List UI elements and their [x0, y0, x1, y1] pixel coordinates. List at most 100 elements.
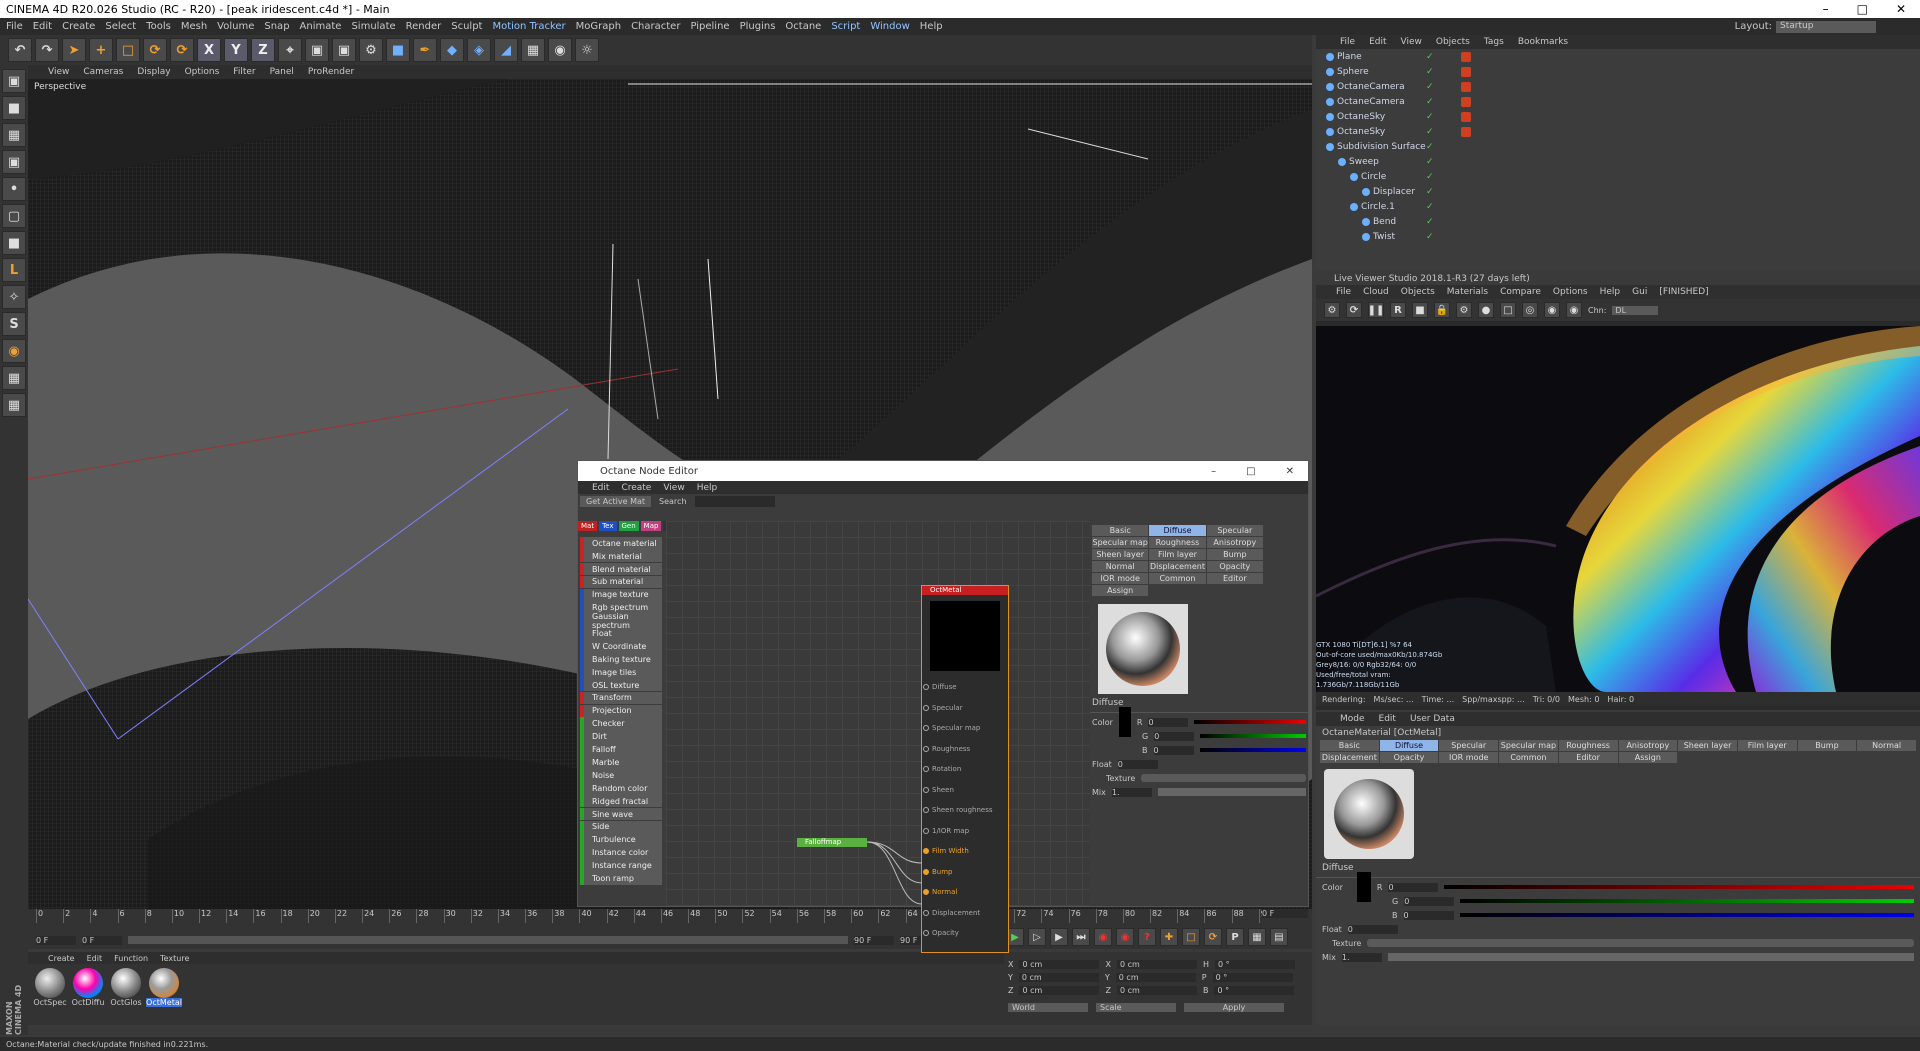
- node-mix-value[interactable]: 1.: [1111, 787, 1152, 797]
- pen-spline-icon[interactable]: ✒: [413, 38, 437, 62]
- coordinate-value[interactable]: 0 cm: [1019, 986, 1100, 995]
- material-menu-texture[interactable]: Texture: [160, 954, 189, 963]
- node-list-item[interactable]: Image texture: [580, 588, 662, 602]
- menu-octane[interactable]: Octane: [785, 21, 821, 32]
- node-list-item[interactable]: Transform: [580, 691, 662, 705]
- material-tag-icon[interactable]: [1461, 111, 1471, 122]
- world-select[interactable]: World: [1008, 1003, 1088, 1012]
- coordinate-value[interactable]: 0 cm: [1116, 986, 1197, 995]
- menu-help[interactable]: Help: [920, 21, 943, 32]
- material-tag-icon[interactable]: [1461, 96, 1471, 107]
- node-menu-help[interactable]: Help: [697, 483, 718, 493]
- node-tab-ior-mode[interactable]: IOR mode: [1092, 573, 1149, 584]
- visibility-check-icon[interactable]: ✓: [1426, 97, 1434, 107]
- timeline-icon[interactable]: ▤: [1270, 928, 1288, 946]
- category-map[interactable]: Map: [640, 521, 662, 531]
- live-viewer-menu-compare[interactable]: Compare: [1500, 287, 1541, 297]
- snap-icon[interactable]: S: [2, 312, 26, 336]
- planar-workplane-icon[interactable]: ▦: [2, 393, 26, 417]
- menu-simulate[interactable]: Simulate: [351, 21, 395, 32]
- attribute-menu-user-data[interactable]: User Data: [1410, 714, 1455, 724]
- menu-window[interactable]: Window: [870, 21, 909, 32]
- material-tag-icon[interactable]: [1461, 126, 1471, 137]
- current-frame[interactable]: 0 F: [82, 935, 122, 945]
- settings-icon[interactable]: ⚙: [1324, 302, 1340, 318]
- node-tab-diffuse[interactable]: Diffuse: [1149, 525, 1206, 536]
- y-axis-icon[interactable]: Y: [224, 38, 248, 62]
- search-input[interactable]: [694, 495, 775, 507]
- object-row[interactable]: Bend ✓: [1316, 214, 1920, 229]
- node-tab-displacement[interactable]: Displacement: [1149, 561, 1206, 572]
- menu-character[interactable]: Character: [631, 21, 680, 32]
- node-tab-anisotropy[interactable]: Anisotropy: [1206, 537, 1263, 548]
- material-tag-icon[interactable]: [1461, 66, 1471, 77]
- node-pin[interactable]: Opacity: [922, 923, 1008, 944]
- coordinate-system-icon[interactable]: ⌖: [278, 38, 302, 62]
- object-row[interactable]: Plane ✓: [1316, 49, 1920, 64]
- rotate-icon[interactable]: ⟳: [143, 38, 167, 62]
- end-frame[interactable]: 90 F: [854, 935, 894, 945]
- material-menu-function[interactable]: Function: [114, 954, 148, 963]
- light-icon[interactable]: ☼: [575, 38, 599, 62]
- live-viewer-menu-gui[interactable]: Gui: [1632, 287, 1647, 297]
- close-icon[interactable]: ✕: [1286, 466, 1294, 477]
- make-editable-icon[interactable]: ▣: [2, 69, 26, 93]
- position-key-icon[interactable]: ✚: [1160, 928, 1178, 946]
- object-row[interactable]: OctaneSky ✓: [1316, 124, 1920, 139]
- node-tab-editor[interactable]: Editor: [1206, 573, 1263, 584]
- visibility-check-icon[interactable]: ✓: [1426, 232, 1434, 242]
- material-swatch[interactable]: OctGlos: [108, 968, 144, 1016]
- coordinate-value[interactable]: 0 °: [1212, 973, 1293, 982]
- node-color-swatch[interactable]: [1118, 707, 1131, 737]
- menu-sculpt[interactable]: Sculpt: [451, 21, 482, 32]
- go-to-end-icon[interactable]: ⏭: [1072, 928, 1090, 946]
- menu-pipeline[interactable]: Pipeline: [690, 21, 729, 32]
- objects-menu-file[interactable]: File: [1340, 37, 1355, 47]
- keyframe-selection-icon[interactable]: ?: [1138, 928, 1156, 946]
- node-list-item[interactable]: Baking texture: [580, 653, 662, 666]
- node-menu-create[interactable]: Create: [621, 483, 651, 493]
- color-swatch[interactable]: [1356, 872, 1371, 902]
- maximize-icon[interactable]: □: [1857, 2, 1868, 16]
- coordinate-value[interactable]: 0 °: [1214, 960, 1295, 969]
- menu-plugins[interactable]: Plugins: [740, 21, 776, 32]
- gear-icon[interactable]: ⚙: [1456, 302, 1472, 318]
- minimize-icon[interactable]: –: [1211, 466, 1216, 477]
- edit-render-settings-icon[interactable]: ⚙: [359, 38, 383, 62]
- next-key-icon[interactable]: ▶: [1050, 928, 1068, 946]
- live-viewer-menu-objects[interactable]: Objects: [1401, 287, 1435, 297]
- node-float-value[interactable]: 0: [1117, 759, 1158, 769]
- node-list-item[interactable]: Instance range: [580, 859, 662, 872]
- node-tab-specular-map[interactable]: Specular map: [1092, 537, 1149, 548]
- locked-workplane-icon[interactable]: ▦: [2, 366, 26, 390]
- node-list-item[interactable]: Side: [580, 820, 662, 834]
- menu-tools[interactable]: Tools: [146, 21, 171, 32]
- material-tag-icon[interactable]: [1461, 81, 1471, 92]
- sphere-icon[interactable]: ●: [1478, 302, 1494, 318]
- scale-icon[interactable]: □: [116, 38, 140, 62]
- category-tex[interactable]: Tex: [599, 521, 617, 531]
- coordinate-value[interactable]: 0 °: [1214, 986, 1295, 995]
- material-swatch[interactable]: OctDiffu: [70, 968, 106, 1016]
- node-list-item[interactable]: Gaussian spectrum: [580, 612, 662, 630]
- material-swatch[interactable]: OctMetal: [146, 968, 182, 1016]
- node-list-item[interactable]: Blend material: [580, 562, 662, 576]
- visibility-check-icon[interactable]: ✓: [1426, 52, 1434, 62]
- attr-tab-film-layer[interactable]: Film layer: [1737, 740, 1797, 751]
- floor-icon[interactable]: ▦: [521, 38, 545, 62]
- menu-edit[interactable]: Edit: [33, 21, 52, 32]
- node-list-item[interactable]: Mix material: [580, 549, 662, 563]
- live-viewer-menu-materials[interactable]: Materials: [1447, 287, 1488, 297]
- node-r-value[interactable]: 0: [1148, 717, 1189, 727]
- node-list-item[interactable]: Projection: [580, 704, 662, 718]
- object-row[interactable]: Circle.1 ✓: [1316, 199, 1920, 214]
- menu-create[interactable]: Create: [62, 21, 95, 32]
- cube-icon[interactable]: ■: [386, 38, 410, 62]
- attr-tab-diffuse[interactable]: Diffuse: [1379, 740, 1439, 751]
- node-mix-slider[interactable]: [1157, 788, 1306, 796]
- restart-render-icon[interactable]: ⟳: [1346, 302, 1362, 318]
- menu-mograph[interactable]: MoGraph: [576, 21, 621, 32]
- live-viewer-menu-cloud[interactable]: Cloud: [1363, 287, 1389, 297]
- get-active-mat-button[interactable]: Get Active Mat: [580, 495, 652, 507]
- node-list-item[interactable]: Image tiles: [580, 665, 662, 679]
